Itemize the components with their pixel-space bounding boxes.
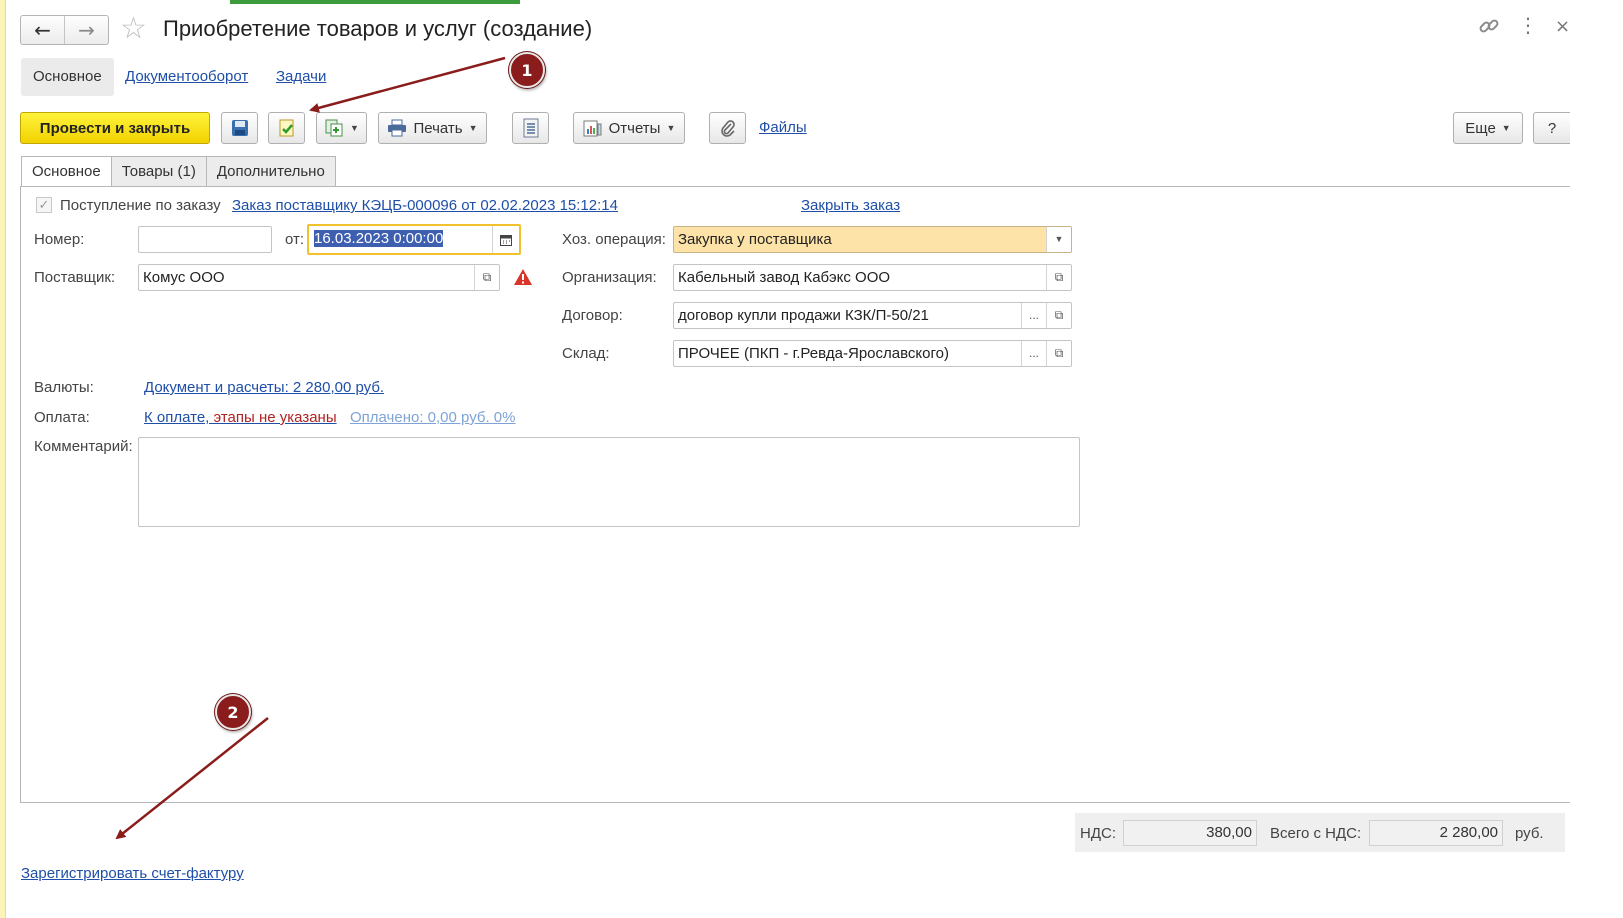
arrow-to-post-button <box>309 56 506 113</box>
annotation-arrows <box>115 56 506 840</box>
annotation-badge-1: 1 <box>509 52 545 88</box>
arrow-to-register-invoice <box>115 717 269 840</box>
annotation-badge-2: 2 <box>215 694 251 730</box>
